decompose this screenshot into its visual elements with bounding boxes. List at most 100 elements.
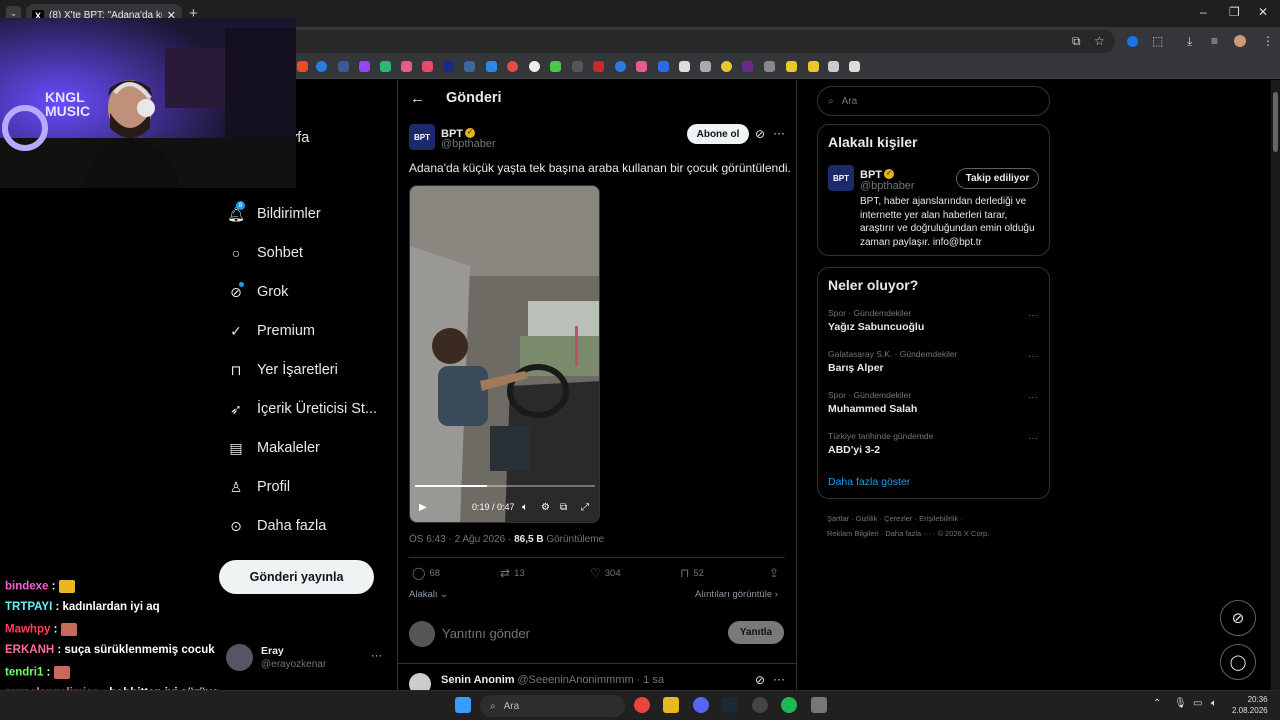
bookmark-icon[interactable] (486, 61, 497, 72)
pip-icon[interactable]: ⧉ (560, 502, 567, 513)
back-arrow-icon[interactable]: ← (410, 90, 425, 107)
bookmark-icon[interactable] (443, 61, 454, 72)
trend-item[interactable]: Türkiye tarihinde gündemde ABD'yi 3-2 (828, 431, 933, 456)
scrollbar[interactable] (1271, 80, 1280, 690)
volume-icon[interactable]: 🔈︎ (522, 502, 528, 513)
trend-item[interactable]: Spor · Gündemdekiler Muhammed Salah (828, 390, 917, 415)
author-avatar[interactable]: BPT (409, 124, 435, 150)
bookmark-icon[interactable] (529, 61, 540, 72)
like-button[interactable]: ♡ 304 (590, 566, 621, 580)
file-explorer-icon[interactable] (663, 697, 679, 713)
minimize-button[interactable]: – (1200, 5, 1207, 19)
share-button[interactable]: ⇪ (769, 566, 779, 580)
bookmark-icon[interactable] (401, 61, 412, 72)
subscribe-button[interactable]: Abone ol (687, 124, 749, 144)
post-button[interactable]: Gönderi yayınla (219, 560, 374, 594)
bookmark-icon[interactable] (764, 61, 775, 72)
bookmark-icon[interactable] (316, 61, 327, 72)
bookmark-icon[interactable] (550, 61, 561, 72)
bookmark-icon[interactable] (700, 61, 711, 72)
discord-icon[interactable] (693, 697, 709, 713)
bookmark-icon[interactable] (380, 61, 391, 72)
download-icon[interactable]: ⤓ (1187, 34, 1192, 49)
puzzle-icon[interactable]: ⬚ (1152, 34, 1163, 48)
bookmark-icon[interactable] (636, 61, 647, 72)
show-more-link[interactable]: Daha fazla göster (828, 476, 910, 488)
bookmark-icon[interactable] (593, 61, 604, 72)
steam-icon[interactable] (722, 697, 738, 713)
search-input[interactable]: ⌕ Ara (817, 86, 1050, 116)
folder-icon[interactable] (808, 61, 819, 72)
person-handle[interactable]: @bpthaber (860, 180, 915, 192)
bookmark-button[interactable]: ⊓ 52 (680, 566, 704, 580)
taskbar-search[interactable]: ⌕ Ara (480, 695, 625, 717)
grok-icon[interactable]: ⊘ (755, 127, 765, 141)
sidebar-item-premium[interactable]: ✓ Premium (228, 323, 315, 340)
video-progress-track[interactable] (415, 485, 595, 487)
clock[interactable]: 20:36 2.08.2026 (1232, 694, 1268, 716)
video-player[interactable]: ▶ 0:19 / 0:47 🔈︎ ⚙︎ ⧉ ⤢ (409, 185, 600, 523)
sidebar-item-more[interactable]: ⊙ Daha fazla (228, 518, 326, 535)
settings-icon[interactable]: ⚙︎ (541, 502, 550, 513)
bookmark-icon[interactable] (786, 61, 797, 72)
trend-item[interactable]: Spor · Gündemdekiler Yağız Sabuncuoğlu (828, 308, 924, 333)
microphone-icon[interactable]: 🎙︎ (1174, 698, 1187, 709)
more-icon[interactable]: ··· (1028, 433, 1038, 444)
more-icon[interactable]: ··· (773, 672, 785, 686)
more-icon[interactable]: ··· (773, 126, 785, 140)
bookmark-icon[interactable] (507, 61, 518, 72)
network-icon[interactable]: ▭ (1193, 698, 1202, 709)
sidebar-item-grok[interactable]: ⊘ Grok (228, 282, 288, 300)
reply-input[interactable]: Yanıtını gönder (442, 626, 530, 641)
author-handle[interactable]: @bpthaber (441, 138, 496, 150)
reply-item-header[interactable]: Senin Anonim @SeeeninAnonimmmm · 1 sa (441, 674, 664, 686)
bookmark-icon[interactable] (615, 61, 626, 72)
sidebar-item-profile[interactable]: ♙ Profil (228, 479, 290, 496)
more-icon[interactable]: ··· (1028, 392, 1038, 403)
following-button[interactable]: Takip ediliyor (956, 168, 1039, 189)
profile-avatar[interactable] (1234, 35, 1246, 47)
tray-chevron-icon[interactable]: ⌃ (1153, 698, 1161, 709)
bookmark-icon[interactable] (721, 61, 732, 72)
reply-submit-button[interactable]: Yanıtla (728, 621, 784, 644)
bookmark-icon[interactable] (742, 61, 753, 72)
footer-line[interactable]: Reklam Bilgileri · Daha fazla ··· · © 20… (827, 526, 989, 541)
trend-item[interactable]: Galatasaray S.K. · Gündemdekiler Barış A… (828, 349, 957, 374)
related-sort[interactable]: Alakalı ⌄ (409, 589, 448, 600)
sidebar-item-bookmarks[interactable]: ⊓ Yer İşaretleri (228, 362, 338, 379)
sidebar-item-creator-studio[interactable]: ➶ İçerik Üreticisi St... (228, 401, 377, 418)
fullscreen-icon[interactable]: ⤢ (581, 502, 589, 513)
bookmark-icon[interactable] (679, 61, 690, 72)
more-icon[interactable]: ··· (1028, 351, 1038, 362)
window-close-button[interactable]: ✕ (1258, 5, 1268, 19)
view-quotes-link[interactable]: Alıntıları görüntüle › (695, 589, 778, 600)
bookmark-icon[interactable] (297, 61, 308, 72)
calculator-icon[interactable] (811, 697, 827, 713)
bookmark-icon[interactable] (572, 61, 583, 72)
windows-start-icon[interactable] (455, 697, 471, 713)
grok-icon[interactable]: ⊘ (755, 673, 765, 687)
play-icon[interactable]: ▶ (419, 502, 427, 513)
scrollbar-thumb[interactable] (1273, 92, 1278, 152)
star-icon[interactable]: ☆ (1094, 34, 1105, 48)
reply-button[interactable]: ◯ 68 (412, 566, 440, 580)
account-switcher[interactable]: Eray @erayozkenar ··· (226, 644, 386, 674)
volume-icon[interactable]: 🔈︎ (1211, 698, 1217, 709)
grok-float-button[interactable]: ⊘ (1220, 600, 1256, 636)
messages-float-button[interactable]: ◯ (1220, 644, 1256, 680)
extension-icon[interactable] (1127, 36, 1138, 47)
chrome-icon[interactable] (634, 697, 650, 713)
bookmark-icon[interactable] (422, 61, 433, 72)
bookmark-icon[interactable] (658, 61, 669, 72)
app-icon[interactable] (752, 697, 768, 713)
maximize-button[interactable]: ❐ (1229, 5, 1240, 19)
spotify-icon[interactable] (781, 697, 797, 713)
reading-list-icon[interactable]: ≡ (1211, 34, 1218, 48)
menu-icon[interactable]: ⋮ (1262, 34, 1274, 48)
bookmark-icon[interactable] (338, 61, 349, 72)
bookmark-icon[interactable] (359, 61, 370, 72)
post-timestamp[interactable]: ÖS 6:43 · 2 Ağu 2026 · (409, 534, 514, 545)
bookmark-icon[interactable] (464, 61, 475, 72)
sidebar-item-articles[interactable]: ▤ Makaleler (228, 440, 319, 457)
sidebar-item-chat[interactable]: ○ Sohbet (228, 245, 303, 261)
